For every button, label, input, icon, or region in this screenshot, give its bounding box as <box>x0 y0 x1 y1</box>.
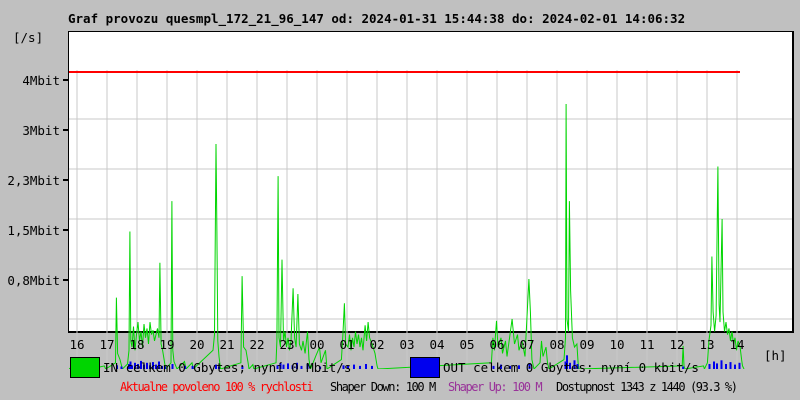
traffic-chart <box>69 70 792 369</box>
x-axis-hour-label: 10 <box>609 337 625 352</box>
legend-out-swatch <box>410 357 440 378</box>
y-axis-tick-label: 0,8Mbit <box>7 273 60 288</box>
out-traffic-bar <box>708 364 711 369</box>
out-traffic-bar <box>359 365 361 369</box>
x-axis-hour-label: 13 <box>699 337 715 352</box>
traffic-graph-window: { "title": "Graf provozu quesmpl_172_21_… <box>0 0 800 400</box>
out-traffic-bar <box>371 365 373 369</box>
out-traffic-bar <box>738 362 741 369</box>
legend-in-label: IN celkem 0 Gbytes; nyní 0 Mbit/s <box>103 360 352 375</box>
x-axis-hour-label: 14 <box>729 337 745 352</box>
y-axis-tick-mark <box>63 229 69 231</box>
legend-out-label: OUT celkem 0 Gbytes; nyní 0 kbit/s <box>443 360 699 375</box>
shaper-down-text: Shaper Down: 100 M <box>330 380 436 394</box>
out-traffic-bar <box>713 361 715 369</box>
out-traffic-bar <box>353 364 355 369</box>
y-axis-tick-mark <box>63 279 69 281</box>
legend-in-swatch <box>70 357 100 378</box>
x-axis-hour-label: 11 <box>639 337 655 352</box>
out-traffic-bar <box>716 363 718 369</box>
y-axis-unit-label: [/s] <box>13 30 44 45</box>
out-traffic-bar <box>725 364 727 369</box>
x-axis-hour-label: 01 <box>339 337 355 352</box>
shaper-up-text: Shaper Up: 100 M <box>448 380 543 394</box>
x-axis-hour-label: 02 <box>369 337 385 352</box>
x-axis-hour-label: 07 <box>519 337 535 352</box>
x-axis-hour-label: 06 <box>489 337 505 352</box>
x-axis-hour-label: 18 <box>129 337 145 352</box>
availability-text: Dostupnost 1343 z 1440 (93.3 %) <box>556 380 738 394</box>
y-axis-tick-label: 1,5Mbit <box>7 223 60 238</box>
out-traffic-bar <box>365 364 367 369</box>
x-axis-hour-label: 03 <box>399 337 415 352</box>
y-axis-tick-label: 4Mbit <box>22 73 60 88</box>
y-axis-tick-label: 3Mbit <box>22 123 60 138</box>
x-axis-hour-label: 20 <box>189 337 205 352</box>
x-axis-hour-label: 22 <box>249 337 265 352</box>
x-axis-hour-label: 05 <box>459 337 475 352</box>
y-axis-tick-label: 2,3Mbit <box>7 173 60 188</box>
x-axis-hour-label: 23 <box>279 337 295 352</box>
x-axis-unit-label: [h] <box>764 348 787 363</box>
out-traffic-bar <box>734 364 736 369</box>
y-axis-tick-mark <box>63 129 69 131</box>
x-axis-hour-label: 08 <box>549 337 565 352</box>
x-axis-hour-label: 17 <box>99 337 115 352</box>
out-traffic-bar <box>720 360 723 369</box>
y-axis-tick-mark <box>63 79 69 81</box>
plot-area <box>68 31 794 369</box>
x-axis-hour-label: 21 <box>219 337 235 352</box>
x-axis-hour-label: 19 <box>159 337 175 352</box>
allowed-speed-text: Aktualne povoleno 100 % rychlosti <box>120 380 314 394</box>
x-axis-hour-label: 12 <box>669 337 685 352</box>
out-traffic-bar <box>729 362 732 369</box>
x-axis-hour-label: 00 <box>309 337 325 352</box>
x-axis-hour-label: 16 <box>69 337 85 352</box>
x-axis-hour-label: 09 <box>579 337 595 352</box>
page-title: Graf provozu quesmpl_172_21_96_147 od: 2… <box>68 11 686 26</box>
x-axis-hour-label: 04 <box>429 337 445 352</box>
y-axis-tick-mark <box>63 179 69 181</box>
